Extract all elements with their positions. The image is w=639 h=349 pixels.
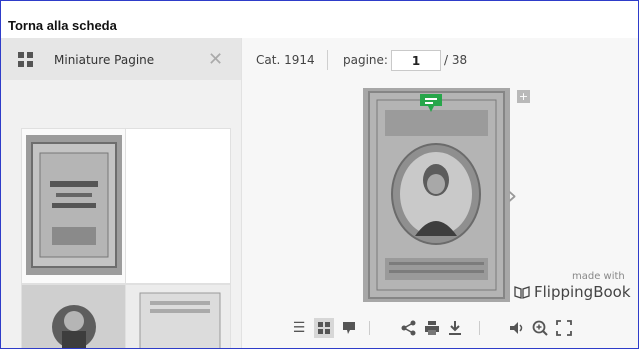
current-page[interactable] — [363, 88, 510, 302]
thumbnail-page-3[interactable] — [125, 128, 231, 284]
thumbnail-page-5[interactable] — [125, 284, 231, 348]
page-4-image — [22, 285, 126, 348]
bottom-toolbar: ☰ — [242, 318, 638, 348]
share-icon[interactable] — [399, 318, 419, 338]
list-icon[interactable]: ☰ — [289, 318, 309, 338]
fullscreen-icon[interactable] — [554, 318, 574, 338]
back-to-record-link[interactable]: Torna alla scheda — [8, 18, 117, 33]
grid-icon — [18, 52, 34, 68]
zoom-in-icon[interactable] — [530, 318, 550, 338]
divider — [327, 50, 328, 70]
thumbnail-sidebar: Miniature Pagine ✕ 2 3 — [1, 38, 242, 348]
sidebar-header: Miniature Pagine ✕ — [1, 38, 241, 80]
made-with-text: made with — [572, 271, 625, 282]
plus-icon[interactable]: + — [517, 90, 530, 103]
notes-icon[interactable] — [339, 318, 359, 338]
chevron-right-icon[interactable]: › — [507, 181, 517, 211]
page-2-image — [22, 129, 126, 283]
pages-label: pagine: — [343, 53, 388, 67]
thumbnails-icon[interactable] — [314, 318, 334, 338]
book-icon — [514, 286, 530, 299]
total-pages: / 38 — [444, 53, 468, 67]
page-viewer: Cat. 1914 pagine: / 38 — [242, 38, 638, 348]
page-5-image — [126, 285, 230, 348]
download-icon[interactable] — [445, 318, 465, 338]
brand-name: FlippingBook — [534, 283, 631, 301]
close-icon[interactable]: ✕ — [208, 49, 223, 70]
print-icon[interactable] — [422, 318, 442, 338]
thumbnail-page-4[interactable] — [21, 284, 127, 348]
toolbar-divider — [479, 321, 480, 335]
flipbook-frame: Torna alla scheda Miniature Pagine ✕ Cat… — [0, 0, 639, 349]
bookmark-icon[interactable] — [418, 92, 444, 114]
toolbar-divider — [369, 321, 370, 335]
volume-icon[interactable] — [507, 318, 527, 338]
flippingbook-logo[interactable]: FlippingBook — [514, 283, 631, 301]
thumbnail-page-2[interactable] — [21, 128, 127, 284]
sidebar-title: Miniature Pagine — [54, 53, 155, 67]
cover-page-image — [363, 88, 510, 302]
top-bar: Torna alla scheda — [1, 1, 638, 38]
catalog-label: Cat. 1914 — [256, 53, 315, 67]
page-number-input[interactable] — [391, 50, 441, 71]
